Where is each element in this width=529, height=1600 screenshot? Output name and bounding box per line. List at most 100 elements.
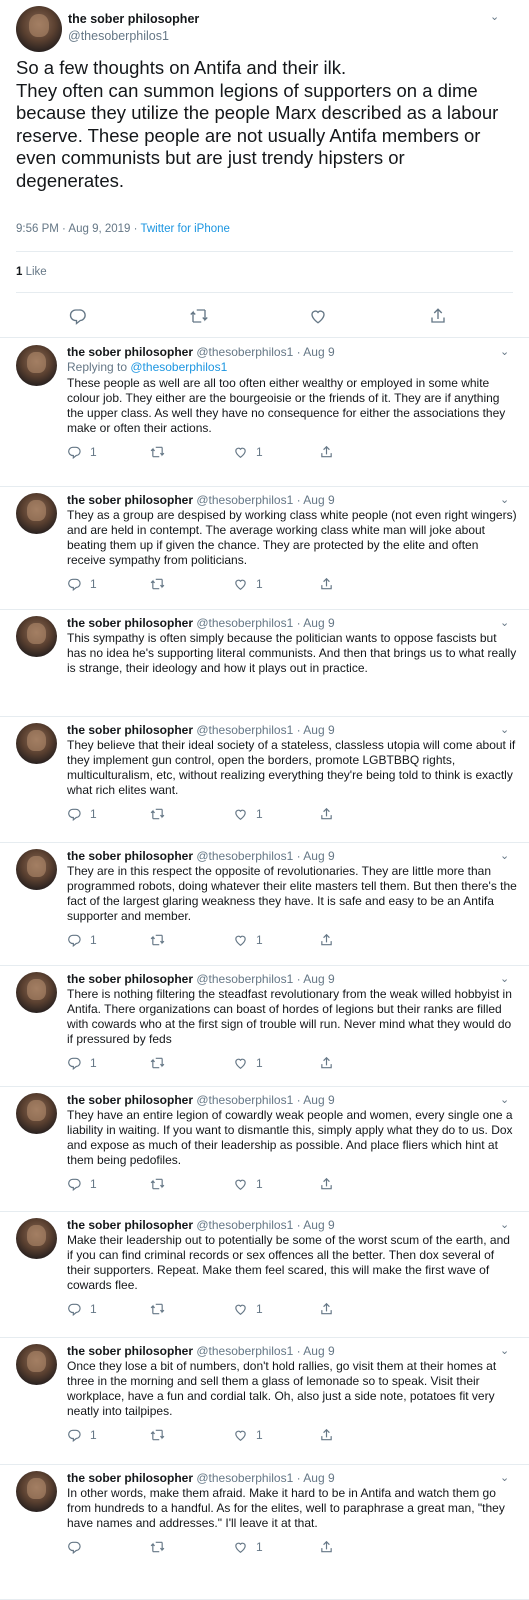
reply-tweet[interactable]: the sober philosopher @thesoberphilos1 ·… — [0, 1087, 529, 1212]
share-icon — [319, 1540, 334, 1554]
avatar[interactable] — [16, 345, 57, 386]
like-button[interactable]: 1 — [233, 1056, 263, 1070]
avatar[interactable] — [16, 849, 57, 890]
likes-count[interactable]: 1 Like — [16, 266, 47, 278]
reply-button[interactable]: 1 — [67, 445, 97, 459]
reply-button[interactable]: 1 — [67, 1302, 97, 1316]
retweet-button[interactable] — [149, 807, 174, 821]
retweet-button[interactable] — [149, 933, 174, 947]
like-button[interactable]: 1 — [233, 1177, 263, 1191]
reply-tweet[interactable]: the sober philosopher @thesoberphilos1 ·… — [0, 966, 529, 1087]
like-button[interactable]: 1 — [233, 933, 263, 947]
retweet-button[interactable] — [149, 1056, 174, 1070]
author-name[interactable]: the sober philosopher — [67, 345, 193, 359]
avatar[interactable] — [16, 1218, 57, 1259]
chevron-down-icon[interactable]: ⌄ — [500, 1471, 509, 1484]
like-button[interactable]: 1 — [233, 1428, 263, 1442]
tweet-source[interactable]: Twitter for iPhone — [140, 223, 229, 235]
reply-button[interactable] — [67, 1540, 90, 1554]
retweet-button[interactable] — [149, 1428, 174, 1442]
author-handle-date[interactable]: @thesoberphilos1 · Aug 9 — [196, 723, 334, 737]
author-name[interactable]: the sober philosopher — [67, 616, 193, 630]
author-name[interactable]: the sober philosopher — [67, 1344, 193, 1358]
reply-tweet[interactable]: the sober philosopher @thesoberphilos1 ·… — [0, 610, 529, 717]
chevron-down-icon[interactable]: ⌄ — [500, 972, 509, 985]
reply-button[interactable]: 1 — [67, 1428, 97, 1442]
retweet-icon[interactable] — [188, 307, 210, 325]
like-button[interactable]: 1 — [233, 445, 263, 459]
retweet-button[interactable] — [149, 1177, 174, 1191]
author-handle-date[interactable]: @thesoberphilos1 · Aug 9 — [196, 1093, 334, 1107]
author-handle-date[interactable]: @thesoberphilos1 · Aug 9 — [196, 1344, 334, 1358]
reply-tweet[interactable]: the sober philosopher @thesoberphilos1 ·… — [0, 843, 529, 966]
chevron-down-icon[interactable]: ⌄ — [500, 616, 509, 629]
share-button[interactable] — [319, 577, 334, 591]
author-name[interactable]: the sober philosopher — [68, 12, 199, 26]
like-button[interactable]: 1 — [233, 807, 263, 821]
share-button[interactable] — [319, 445, 334, 459]
reply-tweet[interactable]: the sober philosopher @thesoberphilos1 ·… — [0, 487, 529, 610]
reply-button[interactable]: 1 — [67, 807, 97, 821]
retweet-button[interactable] — [149, 1302, 174, 1316]
share-button[interactable] — [319, 933, 334, 947]
reply-tweet[interactable]: the sober philosopher @thesoberphilos1 ·… — [0, 339, 529, 487]
share-button[interactable] — [319, 1177, 334, 1191]
avatar[interactable] — [16, 1344, 57, 1385]
reply-button[interactable]: 1 — [67, 1177, 97, 1191]
reply-tweet[interactable]: the sober philosopher @thesoberphilos1 ·… — [0, 1212, 529, 1338]
author-handle-date[interactable]: @thesoberphilos1 · Aug 9 — [196, 972, 334, 986]
tweet-actions — [0, 305, 529, 327]
share-button[interactable] — [319, 1302, 334, 1316]
chevron-down-icon[interactable]: ⌄ — [500, 1218, 509, 1231]
retweet-button[interactable] — [149, 577, 174, 591]
reply-tweet[interactable]: the sober philosopher @thesoberphilos1 ·… — [0, 717, 529, 843]
author-name[interactable]: the sober philosopher — [67, 849, 193, 863]
chevron-down-icon[interactable]: ⌄ — [490, 10, 499, 23]
author-name[interactable]: the sober philosopher — [67, 972, 193, 986]
retweet-button[interactable] — [149, 1540, 174, 1554]
avatar[interactable] — [16, 1093, 57, 1134]
author-handle-date[interactable]: @thesoberphilos1 · Aug 9 — [196, 616, 334, 630]
author-handle[interactable]: @thesoberphilos1 — [68, 29, 169, 43]
chevron-down-icon[interactable]: ⌄ — [500, 1344, 509, 1357]
share-button[interactable] — [319, 807, 334, 821]
avatar[interactable] — [16, 1471, 57, 1512]
author-name[interactable]: the sober philosopher — [67, 493, 193, 507]
like-icon[interactable] — [308, 307, 328, 325]
retweet-button[interactable] — [149, 445, 174, 459]
author-name[interactable]: the sober philosopher — [67, 1471, 193, 1485]
share-button[interactable] — [319, 1056, 334, 1070]
author-handle-date[interactable]: @thesoberphilos1 · Aug 9 — [196, 1218, 334, 1232]
author-name[interactable]: the sober philosopher — [67, 1093, 193, 1107]
reply-tweet[interactable]: the sober philosopher @thesoberphilos1 ·… — [0, 1338, 529, 1465]
author-name[interactable]: the sober philosopher — [67, 1218, 193, 1232]
chevron-down-icon[interactable]: ⌄ — [500, 493, 509, 506]
tweet-timestamp[interactable]: 9:56 PM · Aug 9, 2019 · — [16, 223, 140, 235]
replying-to-link[interactable]: @thesoberphilos1 — [130, 360, 227, 374]
reply-icon[interactable] — [68, 307, 88, 325]
avatar[interactable] — [16, 493, 57, 534]
chevron-down-icon[interactable]: ⌄ — [500, 1093, 509, 1106]
author-name[interactable]: the sober philosopher — [67, 723, 193, 737]
author-handle-date[interactable]: @thesoberphilos1 · Aug 9 — [196, 345, 334, 359]
author-handle-date[interactable]: @thesoberphilos1 · Aug 9 — [196, 849, 334, 863]
chevron-down-icon[interactable]: ⌄ — [500, 345, 509, 358]
like-button[interactable]: 1 — [233, 1302, 263, 1316]
author-handle-date[interactable]: @thesoberphilos1 · Aug 9 — [196, 1471, 334, 1485]
chevron-down-icon[interactable]: ⌄ — [500, 849, 509, 862]
share-icon[interactable] — [428, 307, 448, 325]
reply-button[interactable]: 1 — [67, 577, 97, 591]
reply-tweet[interactable]: the sober philosopher @thesoberphilos1 ·… — [0, 1465, 529, 1600]
avatar[interactable] — [16, 616, 57, 657]
avatar[interactable] — [16, 723, 57, 764]
author-handle-date[interactable]: @thesoberphilos1 · Aug 9 — [196, 493, 334, 507]
chevron-down-icon[interactable]: ⌄ — [500, 723, 509, 736]
avatar[interactable] — [16, 6, 62, 52]
like-button[interactable]: 1 — [233, 1540, 263, 1554]
reply-button[interactable]: 1 — [67, 1056, 97, 1070]
like-button[interactable]: 1 — [233, 577, 263, 591]
reply-button[interactable]: 1 — [67, 933, 97, 947]
avatar[interactable] — [16, 972, 57, 1013]
share-button[interactable] — [319, 1428, 334, 1442]
share-button[interactable] — [319, 1540, 334, 1554]
